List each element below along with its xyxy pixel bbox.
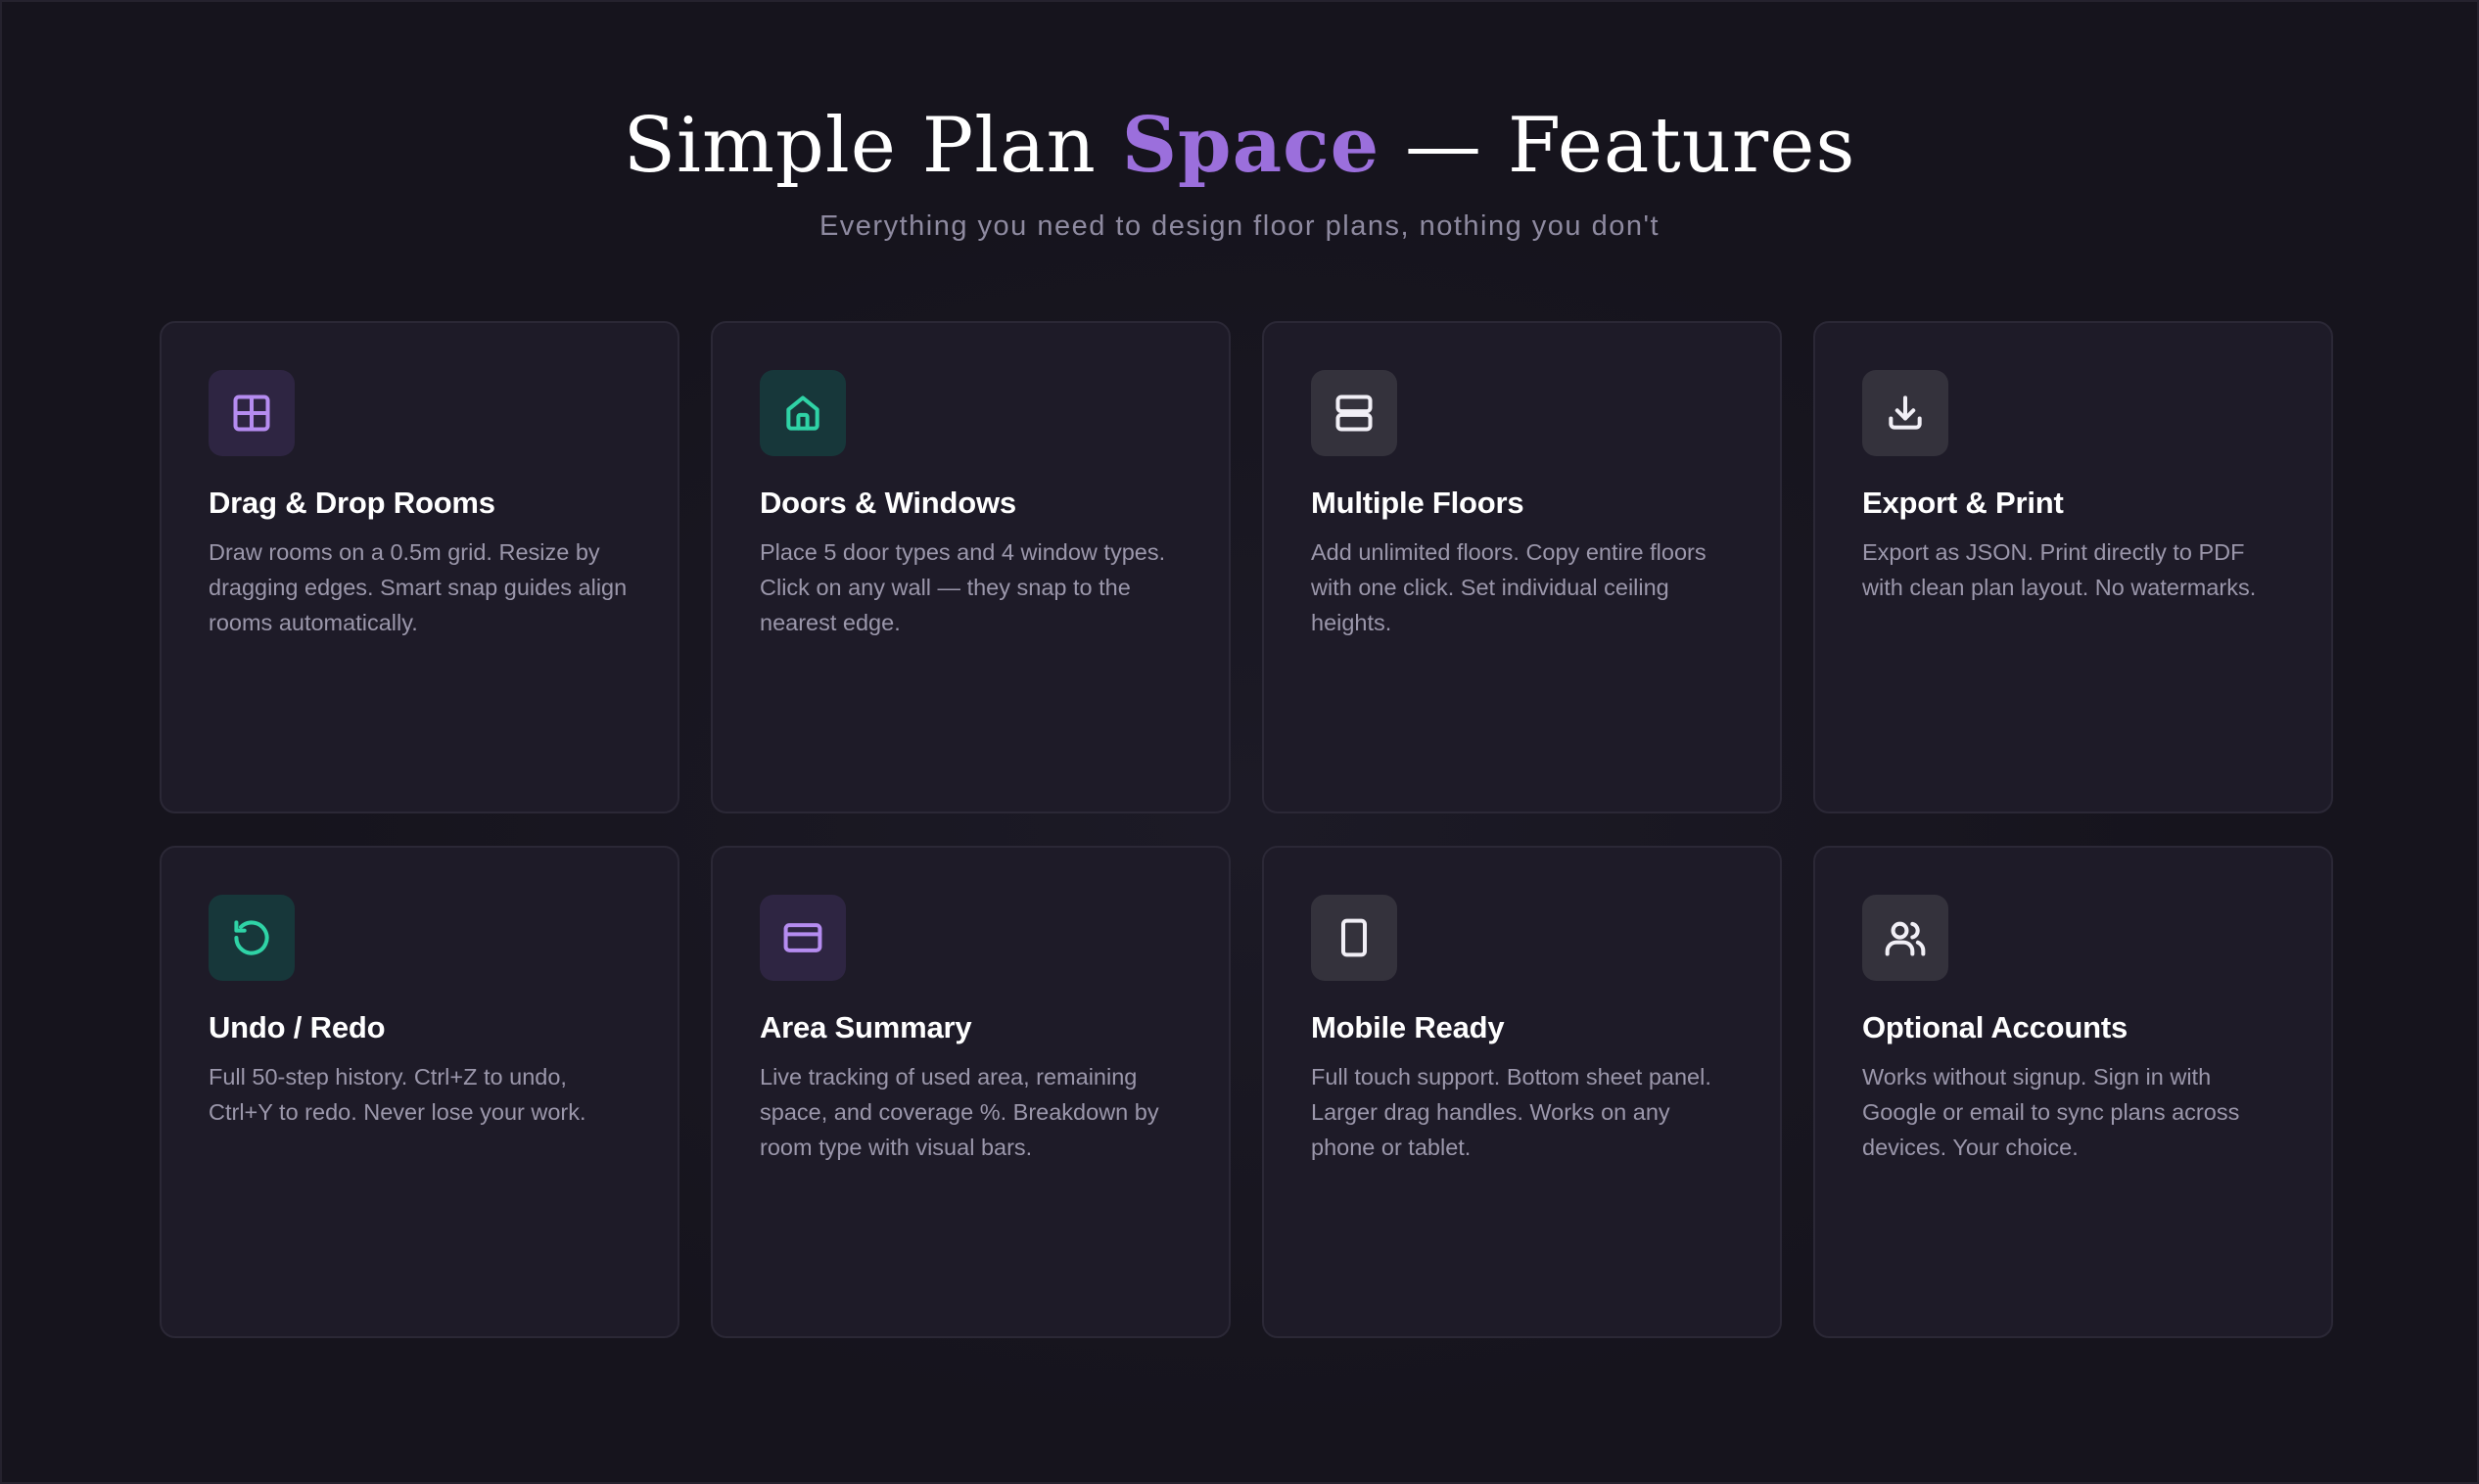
features-grid: Drag & Drop Rooms Draw rooms on a 0.5m g… [160, 321, 2333, 1338]
phone-icon [1311, 895, 1397, 981]
feature-description: Place 5 door types and 4 window types. C… [760, 539, 1166, 635]
feature-title: Export & Print [1862, 486, 2064, 520]
feature-title: Mobile Ready [1311, 1010, 1505, 1044]
page-subtitle: Everything you need to design floor plan… [819, 209, 1660, 242]
feature-title: Undo / Redo [209, 1010, 386, 1044]
home-icon [760, 370, 846, 456]
title-accent: Space [1121, 101, 1380, 190]
grid-icon [209, 370, 295, 456]
download-icon [1862, 370, 1948, 456]
card-icon [760, 895, 846, 981]
feature-card-mobile-ready: Mobile Ready Full touch support. Bottom … [1262, 846, 1782, 1338]
feature-title: Optional Accounts [1862, 1010, 2128, 1044]
features-page: Simple Plan Space — Features Everything … [0, 0, 2479, 1484]
users-icon [1862, 895, 1948, 981]
feature-title: Multiple Floors [1311, 486, 1524, 520]
title-suffix: — Features [1380, 102, 1856, 190]
feature-card-area-summary: Area Summary Live tracking of used area,… [711, 846, 1231, 1338]
feature-description: Draw rooms on a 0.5m grid. Resize by dra… [209, 539, 628, 635]
feature-description: Add unlimited floors. Copy entire floors… [1311, 539, 1707, 635]
feature-title: Drag & Drop Rooms [209, 486, 495, 520]
title-prefix: Simple Plan [623, 102, 1122, 190]
feature-description: Export as JSON. Print directly to PDF wi… [1862, 539, 2257, 600]
feature-description: Live tracking of used area, remaining sp… [760, 1064, 1159, 1160]
feature-description: Works without signup. Sign in with Googl… [1862, 1064, 2240, 1160]
layers-icon [1311, 370, 1397, 456]
page-header: Simple Plan Space — Features Everything … [2, 100, 2477, 243]
feature-description: Full touch support. Bottom sheet panel. … [1311, 1064, 1711, 1160]
feature-card-export-print: Export & Print Export as JSON. Print dir… [1813, 321, 2333, 813]
feature-title: Area Summary [760, 1010, 972, 1044]
feature-card-optional-accounts: Optional Accounts Works without signup. … [1813, 846, 2333, 1338]
feature-title: Doors & Windows [760, 486, 1016, 520]
feature-card-undo-redo: Undo / Redo Full 50-step history. Ctrl+Z… [160, 846, 679, 1338]
feature-card-doors-windows: Doors & Windows Place 5 door types and 4… [711, 321, 1231, 813]
feature-card-multiple-floors: Multiple Floors Add unlimited floors. Co… [1262, 321, 1782, 813]
feature-card-drag-drop: Drag & Drop Rooms Draw rooms on a 0.5m g… [160, 321, 679, 813]
feature-description: Full 50-step history. Ctrl+Z to undo, Ct… [209, 1064, 586, 1125]
undo-icon [209, 895, 295, 981]
page-title: Simple Plan Space — Features [2, 100, 2477, 193]
